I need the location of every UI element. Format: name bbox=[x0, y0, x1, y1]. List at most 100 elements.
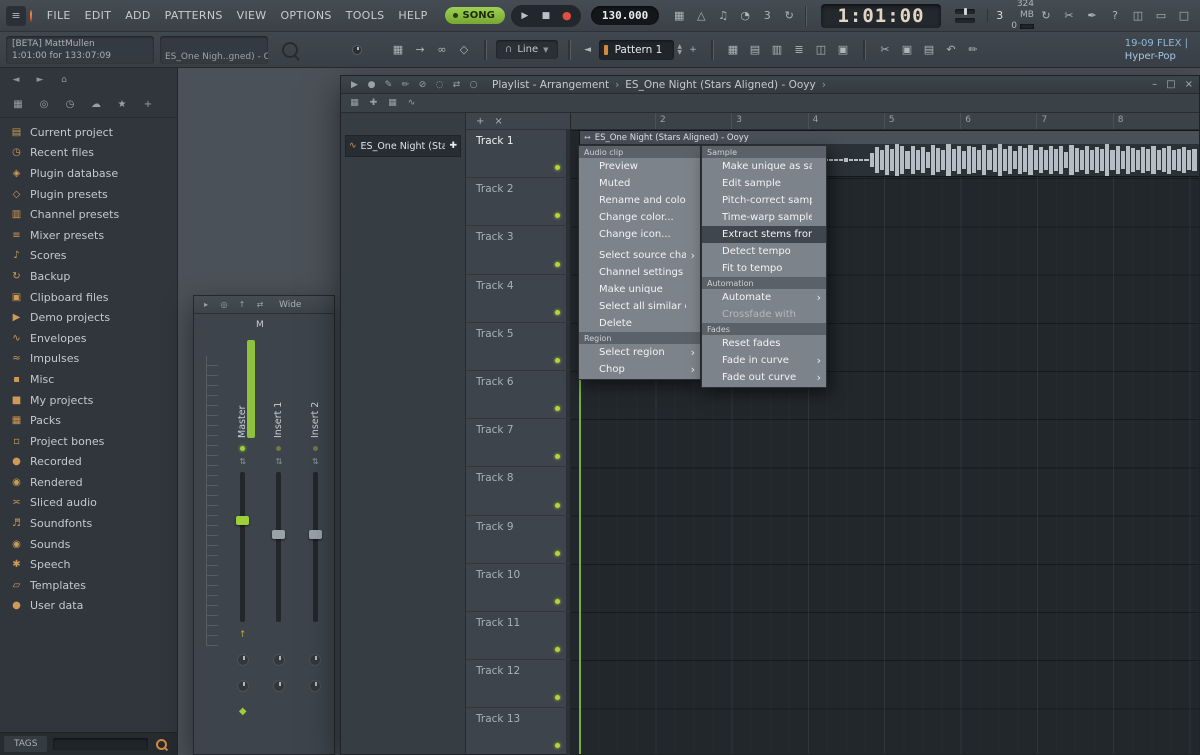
forward-icon[interactable]: ► bbox=[30, 70, 50, 90]
flex-preset-info[interactable]: 19-09 FLEX | Hyper-Pop bbox=[1125, 37, 1194, 63]
browser-item[interactable]: ✱ Speech bbox=[0, 554, 177, 575]
browser-item[interactable]: ◷ Recent files bbox=[0, 143, 177, 164]
tags-label[interactable]: TAGS bbox=[4, 736, 47, 752]
delete-icon[interactable]: ⊘ bbox=[415, 77, 430, 92]
snap-events-icon[interactable]: ≣ bbox=[789, 40, 809, 60]
brush-icon[interactable]: ✏ bbox=[963, 40, 983, 60]
snap-cell-icon[interactable]: ▥ bbox=[767, 40, 787, 60]
track-header[interactable]: Track 3 bbox=[466, 226, 570, 274]
copy-icon[interactable]: ▣ bbox=[897, 40, 917, 60]
track-mute-led[interactable] bbox=[555, 165, 560, 170]
pan-knob[interactable] bbox=[237, 680, 249, 692]
menu-item[interactable]: Select all similar clips › bbox=[579, 298, 700, 315]
mute-icon[interactable]: ◌ bbox=[432, 77, 447, 92]
track-mute-led[interactable] bbox=[555, 503, 560, 508]
play-button[interactable]: ▶ bbox=[515, 7, 535, 25]
menu-item[interactable]: Crossfade with › bbox=[702, 306, 826, 323]
pattern-prev-icon[interactable]: ◄ bbox=[580, 42, 596, 58]
volume-fader[interactable] bbox=[276, 472, 281, 622]
snap-global-icon[interactable]: ▣ bbox=[833, 40, 853, 60]
snap-selector[interactable]: ∩ Line ▼ bbox=[496, 40, 558, 59]
menu-item[interactable]: Chop › bbox=[579, 361, 700, 378]
move-icon[interactable]: ✚ bbox=[366, 96, 381, 111]
menu-item[interactable]: Time-warp sample › bbox=[702, 209, 826, 226]
mute-led[interactable] bbox=[313, 446, 318, 451]
mixer-up-icon[interactable]: ↑ bbox=[235, 298, 249, 312]
paint-icon[interactable]: ✏ bbox=[398, 77, 413, 92]
browser-item[interactable]: ◉ Rendered bbox=[0, 472, 177, 493]
typing-piano-icon[interactable]: ▦ bbox=[388, 40, 408, 60]
track-mute-led[interactable] bbox=[555, 551, 560, 556]
menu-item[interactable]: Make unique › bbox=[579, 281, 700, 298]
undo-icon[interactable]: ↶ bbox=[941, 40, 961, 60]
mixer-strip-insert2[interactable]: Insert 2 ⇅ bbox=[301, 334, 330, 748]
browser-item[interactable]: ◉ Sounds bbox=[0, 534, 177, 555]
track-mute-led[interactable] bbox=[555, 599, 560, 604]
preview-knob[interactable] bbox=[352, 45, 362, 55]
track-header[interactable]: Track 1 bbox=[466, 130, 570, 178]
pan-knob[interactable] bbox=[309, 680, 321, 692]
browser-item[interactable]: ● Recorded bbox=[0, 452, 177, 473]
browser-item[interactable]: ▶ Demo projects bbox=[0, 307, 177, 328]
collections-icon[interactable]: ▦ bbox=[8, 95, 28, 115]
wait-input-icon[interactable]: ◔ bbox=[735, 6, 755, 26]
metronome-icon[interactable]: △ bbox=[691, 6, 711, 26]
link-icon[interactable]: ∞ bbox=[432, 40, 452, 60]
pan-knob[interactable] bbox=[273, 680, 285, 692]
menu-item[interactable]: Change icon... › bbox=[579, 226, 700, 243]
countdown-icon[interactable]: 3 bbox=[757, 6, 777, 26]
track-header[interactable]: Track 5 bbox=[466, 323, 570, 371]
track-header[interactable]: Track 12 bbox=[466, 660, 570, 708]
fader-handle[interactable] bbox=[236, 516, 249, 525]
close-icon[interactable]: × bbox=[1185, 79, 1193, 90]
browser-item[interactable]: ◈ Plugin database bbox=[0, 163, 177, 184]
blend-notes-icon[interactable]: ♫ bbox=[713, 6, 733, 26]
cloud-icon[interactable]: ☁ bbox=[86, 95, 106, 115]
menu-item[interactable]: Muted › bbox=[579, 175, 700, 192]
time-display[interactable]: 1:01:00 bbox=[821, 4, 940, 28]
zoom-icon[interactable]: ○ bbox=[466, 77, 481, 92]
menu-item[interactable]: Change color... › bbox=[579, 209, 700, 226]
tags-search-icon[interactable] bbox=[156, 739, 167, 750]
menu-item[interactable]: Select source channel › bbox=[579, 247, 700, 264]
stereo-knob[interactable] bbox=[309, 654, 321, 666]
paste-icon[interactable]: ▤ bbox=[919, 40, 939, 60]
browser-item[interactable]: ● User data bbox=[0, 596, 177, 617]
menubar-item[interactable]: HELP bbox=[391, 0, 434, 31]
cut-tool-icon[interactable]: ✂ bbox=[1059, 6, 1079, 26]
snap-main-icon[interactable]: ▦ bbox=[723, 40, 743, 60]
fader-handle[interactable] bbox=[309, 530, 322, 539]
menu-item[interactable]: Select region › bbox=[579, 344, 700, 361]
picker-clip-item[interactable]: ∿ ES_One Night (Stars... ✚ bbox=[345, 135, 461, 157]
volume-fader[interactable] bbox=[313, 472, 318, 622]
swap-icon[interactable]: ◆ bbox=[239, 706, 247, 717]
record-icon[interactable]: ● bbox=[364, 77, 379, 92]
track-header[interactable]: Track 13 bbox=[466, 708, 570, 755]
grid-icon[interactable]: ▦ bbox=[347, 96, 362, 111]
menu-item[interactable]: Channel settings › bbox=[579, 264, 700, 281]
browser-item[interactable]: ▫ Project bones bbox=[0, 431, 177, 452]
menu-item[interactable]: Fit to tempo › bbox=[702, 260, 826, 277]
track-mute-led[interactable] bbox=[555, 310, 560, 315]
tempo-display[interactable]: 130.000 bbox=[591, 6, 659, 25]
pattern-spinner[interactable]: ▲▼ bbox=[677, 44, 682, 56]
menu-item[interactable]: Pitch-correct sample › bbox=[702, 192, 826, 209]
browser-item[interactable]: ≡ Mixer presets bbox=[0, 225, 177, 246]
menu-item[interactable]: Rename and color... › bbox=[579, 192, 700, 209]
track-header[interactable]: Track 10 bbox=[466, 564, 570, 612]
star-icon[interactable]: ★ bbox=[112, 95, 132, 115]
route-up-icon[interactable]: ↑ bbox=[239, 630, 247, 640]
menubar-item[interactable]: ADD bbox=[118, 0, 157, 31]
menubar-item[interactable]: EDIT bbox=[78, 0, 119, 31]
browser-item[interactable]: ▱ Templates bbox=[0, 575, 177, 596]
track-mute-led[interactable] bbox=[555, 358, 560, 363]
browser-item[interactable]: ↻ Backup bbox=[0, 266, 177, 287]
browser-item[interactable]: ▣ Clipboard files bbox=[0, 287, 177, 308]
menu-item[interactable]: Extract stems from sample › bbox=[702, 226, 826, 243]
help-icon[interactable]: ? bbox=[1105, 6, 1125, 26]
app-menu-icon[interactable]: ≡ bbox=[6, 6, 26, 26]
mixer-strip-insert1[interactable]: Insert 1 ⇅ bbox=[264, 334, 293, 748]
fader-handle[interactable] bbox=[272, 530, 285, 539]
menubar-item[interactable]: FILE bbox=[40, 0, 78, 31]
parent-icon[interactable]: ⌂ bbox=[54, 70, 74, 90]
